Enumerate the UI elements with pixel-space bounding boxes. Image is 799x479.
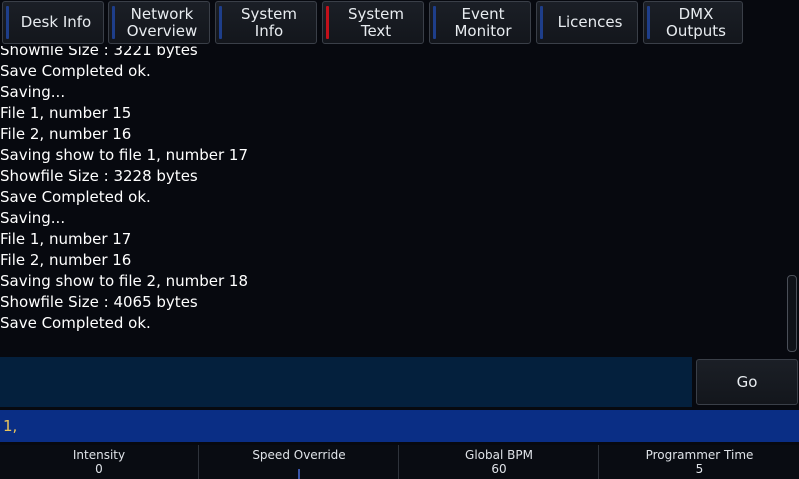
tab-indicator bbox=[112, 6, 115, 39]
speed-override-label: Speed Override bbox=[252, 448, 346, 462]
tab-system-text[interactable]: System Text bbox=[322, 1, 424, 44]
tab-indicator bbox=[540, 6, 543, 39]
intensity-value: 0 bbox=[95, 462, 103, 476]
go-button[interactable]: Go bbox=[696, 359, 798, 405]
log-line: Save Completed ok. bbox=[0, 314, 151, 332]
tab-licences[interactable]: Licences bbox=[536, 1, 638, 44]
intensity-label: Intensity bbox=[72, 448, 126, 462]
tab-label: System Text bbox=[348, 4, 404, 40]
command-input[interactable] bbox=[0, 357, 692, 407]
log-line: Saving show to file 2, number 18 bbox=[0, 272, 249, 290]
global-bpm-value: 60 bbox=[491, 462, 507, 476]
tab-label: DMX Outputs bbox=[666, 4, 726, 40]
tab-label: Licences bbox=[557, 13, 623, 31]
programmer-time-value: 5 bbox=[695, 462, 704, 476]
system-text-window: Desk Info Network Overview System Info S… bbox=[0, 0, 799, 479]
tab-network-overview[interactable]: Network Overview bbox=[108, 1, 210, 44]
tab-label: Desk Info bbox=[20, 13, 92, 31]
status-bar: Intensity 0 Speed Override Global BPM 60… bbox=[0, 445, 799, 479]
global-bpm-label: Global BPM bbox=[465, 448, 533, 462]
tab-label: Event Monitor bbox=[454, 4, 512, 40]
tab-indicator bbox=[219, 6, 222, 39]
log-line: Showfile Size : 3221 bytes bbox=[0, 46, 198, 59]
programmer-time-status[interactable]: Programmer Time 5 bbox=[600, 445, 799, 479]
tab-dmx-outputs[interactable]: DMX Outputs bbox=[643, 1, 743, 44]
log-line: Saving... bbox=[0, 209, 66, 227]
tab-indicator bbox=[326, 6, 329, 39]
log-line: Saving... bbox=[0, 83, 66, 101]
command-line[interactable]: 1, bbox=[0, 410, 799, 442]
tab-event-monitor[interactable]: Event Monitor bbox=[429, 1, 531, 44]
log-line: Showfile Size : 3228 bytes bbox=[0, 167, 198, 185]
speed-override-marker bbox=[298, 469, 300, 479]
tab-bar: Desk Info Network Overview System Info S… bbox=[0, 0, 799, 46]
log-line: Saving show to file 1, number 17 bbox=[0, 146, 249, 164]
programmer-time-label: Programmer Time bbox=[645, 448, 754, 462]
log-scrollbar[interactable] bbox=[787, 275, 797, 352]
tab-system-info[interactable]: System Info bbox=[215, 1, 317, 44]
intensity-status[interactable]: Intensity 0 bbox=[0, 445, 199, 479]
log-line: File 2, number 16 bbox=[0, 125, 132, 143]
log-line: File 2, number 16 bbox=[0, 251, 132, 269]
tab-indicator bbox=[6, 6, 9, 39]
global-bpm-status[interactable]: Global BPM 60 bbox=[400, 445, 599, 479]
system-text-log: Showfile Size : 3221 bytes Save Complete… bbox=[0, 46, 785, 354]
log-line: Save Completed ok. bbox=[0, 188, 151, 206]
speed-override-status[interactable]: Speed Override bbox=[200, 445, 399, 479]
log-line: File 1, number 15 bbox=[0, 104, 132, 122]
log-lines: Showfile Size : 3221 bytes Save Complete… bbox=[0, 46, 248, 334]
tab-indicator bbox=[433, 6, 436, 39]
tab-label: System Info bbox=[241, 4, 297, 40]
log-line: Showfile Size : 4065 bytes bbox=[0, 293, 198, 311]
log-line: File 1, number 17 bbox=[0, 230, 132, 248]
tab-desk-info[interactable]: Desk Info bbox=[2, 1, 104, 44]
log-line: Save Completed ok. bbox=[0, 62, 151, 80]
tab-indicator bbox=[647, 6, 650, 39]
tab-label: Network Overview bbox=[126, 4, 198, 40]
